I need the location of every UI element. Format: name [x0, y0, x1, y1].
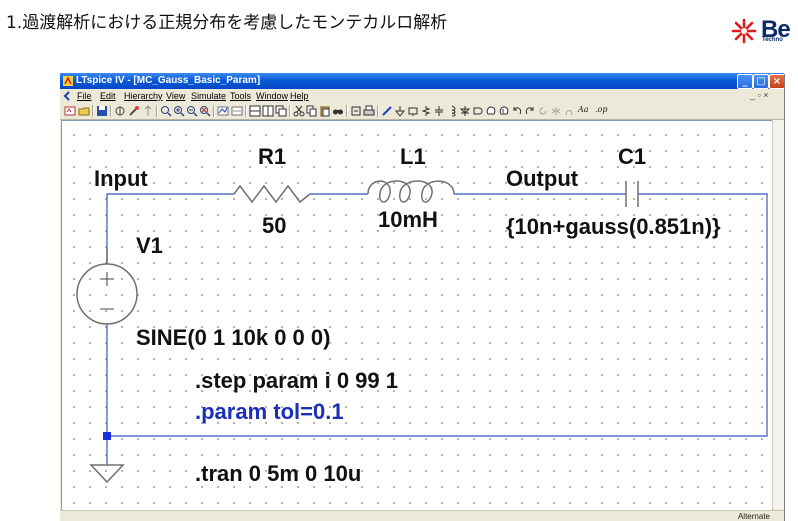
menu-simulate[interactable]: Simulate	[191, 91, 226, 101]
voltage-source-v1-symbol[interactable]	[76, 248, 138, 325]
menu-window[interactable]: Window	[256, 91, 288, 101]
menu-tools[interactable]: Tools	[230, 91, 251, 101]
resistor-icon[interactable]	[420, 105, 432, 117]
param-directive[interactable]: .param tol=0.1	[195, 399, 344, 424]
diode-icon[interactable]	[459, 105, 471, 117]
c1-name[interactable]: C1	[618, 144, 646, 169]
save-icon[interactable]	[96, 105, 108, 117]
status-mode: Alternate	[737, 512, 770, 521]
window-title: LTspice IV - [MC_Gauss_Basic_Param]	[76, 75, 261, 86]
ground-icon[interactable]	[394, 105, 406, 117]
spice-directive-tool-label[interactable]: .op	[595, 105, 607, 114]
tile-horizontal-icon[interactable]	[249, 105, 261, 117]
waveform-icon[interactable]	[231, 105, 243, 117]
inductor-l1-symbol[interactable]	[367, 180, 455, 203]
zoom-in-icon[interactable]	[173, 105, 185, 117]
text-tool-label[interactable]: Aa	[578, 105, 589, 114]
ltspice-window: LTspice IV - [MC_Gauss_Basic_Param] _ □ …	[60, 73, 784, 521]
wire-input[interactable]	[106, 193, 234, 264]
print-setup-icon[interactable]	[350, 105, 362, 117]
mdi-controls[interactable]: _ ▫ ×	[750, 90, 768, 100]
mirror-icon[interactable]	[550, 105, 562, 117]
schematic-canvas[interactable]: Input Output R1 50 L1 10mH C1 {10n+gauss…	[61, 120, 773, 511]
text-icon[interactable]	[563, 105, 575, 117]
window-titlebar[interactable]: LTspice IV - [MC_Gauss_Basic_Param] _ □ …	[60, 73, 784, 89]
tile-vertical-icon[interactable]	[262, 105, 274, 117]
v1-value[interactable]: SINE(0 1 10k 0 0 0)	[136, 325, 330, 350]
run-icon[interactable]	[128, 105, 140, 117]
ltspice-app-icon	[63, 76, 73, 86]
c1-value[interactable]: {10n+gauss(0.851n)}	[506, 214, 721, 239]
rotate-icon[interactable]	[537, 105, 549, 117]
maximize-icon: □	[756, 76, 766, 87]
redo-icon[interactable]	[524, 105, 536, 117]
resistor-r1-symbol[interactable]	[233, 184, 311, 204]
halt-icon[interactable]	[142, 105, 154, 117]
net-label-output[interactable]: Output	[506, 166, 579, 191]
l1-value[interactable]: 10mH	[378, 207, 438, 232]
control-panel-icon[interactable]	[114, 105, 126, 117]
capacitor-c1-symbol[interactable]	[625, 181, 639, 207]
copy-icon[interactable]	[306, 105, 318, 117]
open-folder-icon[interactable]	[78, 105, 90, 117]
paste-icon[interactable]	[319, 105, 331, 117]
toolbar: Aa .op	[60, 103, 784, 120]
close-icon: ×	[772, 76, 782, 87]
menu-bar: File Edit Hierarchy View Simulate Tools …	[60, 89, 784, 103]
l1-name[interactable]: L1	[400, 144, 426, 169]
r1-value[interactable]: 50	[262, 213, 286, 238]
slide-title: 1.過渡解析における正規分布を考慮したモンテカルロ解析	[6, 13, 448, 33]
menu-hierarchy[interactable]: Hierarchy	[124, 91, 163, 101]
v1-name[interactable]: V1	[136, 233, 163, 258]
status-bar: Alternate	[60, 510, 784, 521]
drag-icon[interactable]	[498, 105, 510, 117]
cascade-icon[interactable]	[275, 105, 287, 117]
net-label-input[interactable]: Input	[94, 166, 148, 191]
menu-file[interactable]: File	[77, 91, 92, 101]
menu-view[interactable]: View	[166, 91, 185, 101]
draw-wire-icon[interactable]	[381, 105, 393, 117]
minimize-button[interactable]: _	[737, 74, 753, 89]
step-directive[interactable]: .step param i 0 99 1	[195, 368, 398, 393]
document-icon[interactable]	[63, 91, 72, 101]
minimize-icon: _	[742, 76, 748, 87]
menu-edit[interactable]: Edit	[100, 91, 116, 101]
component-icon[interactable]	[472, 105, 484, 117]
node-marker[interactable]	[103, 432, 111, 440]
company-logo: Be Techno	[728, 18, 798, 46]
print-icon[interactable]	[363, 105, 375, 117]
ground-symbol[interactable]	[89, 464, 125, 484]
inductor-icon[interactable]	[446, 105, 458, 117]
autorange-icon[interactable]	[217, 105, 229, 117]
cut-icon[interactable]	[293, 105, 305, 117]
zoom-fit-icon[interactable]	[199, 105, 211, 117]
capacitor-icon[interactable]	[433, 105, 445, 117]
find-icon[interactable]	[332, 105, 344, 117]
r1-name[interactable]: R1	[258, 144, 286, 169]
maximize-button[interactable]: □	[753, 74, 769, 89]
close-button[interactable]: ×	[769, 74, 784, 89]
schematic-drawing: Input Output R1 50 L1 10mH C1 {10n+gauss…	[76, 144, 768, 486]
vertical-scrollbar[interactable]	[772, 120, 784, 509]
new-schematic-icon[interactable]	[64, 105, 76, 117]
undo-icon[interactable]	[511, 105, 523, 117]
menu-help[interactable]: Help	[290, 91, 309, 101]
starburst-logo-icon	[731, 18, 757, 44]
tran-directive[interactable]: .tran 0 5m 0 10u	[195, 461, 361, 486]
label-net-icon[interactable]	[407, 105, 419, 117]
logo-subtext: Techno	[762, 37, 783, 43]
move-icon[interactable]	[485, 105, 497, 117]
pan-icon[interactable]	[160, 105, 172, 117]
zoom-out-icon[interactable]	[186, 105, 198, 117]
